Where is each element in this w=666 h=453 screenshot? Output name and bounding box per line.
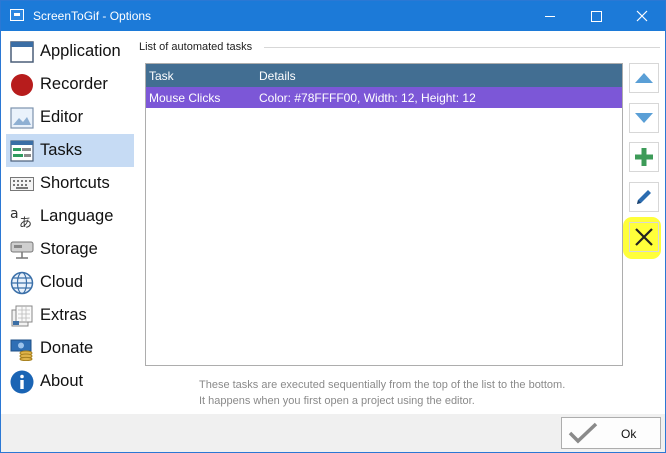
info-icon: [10, 370, 34, 394]
minimize-button[interactable]: [527, 1, 573, 31]
arrow-up-icon: [635, 73, 653, 83]
sidebar-item-storage[interactable]: Storage: [6, 233, 134, 266]
money-icon: [10, 337, 34, 361]
ok-button[interactable]: Ok: [561, 417, 661, 449]
check-icon: [568, 422, 598, 444]
close-button[interactable]: [619, 1, 665, 31]
extras-icon: [10, 304, 34, 328]
sidebar-item-label: Shortcuts: [40, 174, 110, 192]
sidebar-item-application[interactable]: Application: [6, 35, 134, 68]
tasks-hint-line2: It happens when you first open a project…: [199, 395, 475, 407]
sidebar-item-extras[interactable]: Extras: [6, 299, 134, 332]
sidebar-item-editor[interactable]: Editor: [6, 101, 134, 134]
keyboard-icon: [10, 172, 34, 196]
task-cell: Mouse Clicks: [149, 90, 221, 105]
image-editor-icon: [10, 106, 34, 130]
edit-pencil-icon: [637, 190, 651, 204]
section-divider: [264, 47, 660, 48]
sidebar-item-label: Cloud: [40, 273, 84, 291]
details-cell: Color: #78FFFF00, Width: 12, Height: 12: [259, 90, 476, 105]
remove-x-icon: [635, 228, 653, 246]
column-header-details[interactable]: Details: [259, 69, 296, 83]
close-icon: [636, 10, 648, 22]
options-sidebar: Application Recorder Editor Tasks Shortc…: [6, 35, 134, 398]
screentogif-app-icon: [10, 9, 24, 21]
globe-icon: [10, 271, 34, 295]
move-down-button[interactable]: [629, 103, 659, 133]
remove-task-button[interactable]: [629, 222, 659, 252]
sidebar-item-tasks[interactable]: Tasks: [6, 134, 134, 167]
sidebar-item-label: Recorder: [40, 75, 108, 93]
list-header: Task Details: [146, 64, 622, 87]
svg-text:a: a: [10, 206, 19, 222]
sidebar-item-label: Application: [40, 42, 121, 60]
translate-icon: aあ: [10, 205, 34, 229]
title-bar[interactable]: ScreenToGif - Options: [1, 1, 665, 31]
window-title: ScreenToGif - Options: [33, 9, 152, 23]
tasks-hint-line1: These tasks are executed sequentially fr…: [199, 379, 566, 391]
add-plus-icon: [635, 148, 653, 166]
add-task-button[interactable]: [629, 142, 659, 172]
sidebar-item-recorder[interactable]: Recorder: [6, 68, 134, 101]
sidebar-item-label: Donate: [40, 339, 94, 357]
ok-label: Ok: [621, 427, 637, 441]
record-circle-icon: [10, 73, 34, 97]
minimize-icon: [545, 15, 555, 17]
edit-task-button[interactable]: [629, 182, 659, 212]
sidebar-item-label: Tasks: [40, 141, 83, 159]
tasks-list[interactable]: Task Details Mouse Clicks Color: #78FFFF…: [145, 63, 623, 366]
hard-drive-icon: [10, 238, 34, 262]
maximize-icon: [590, 10, 602, 22]
sidebar-item-label: Editor: [40, 108, 84, 126]
table-row[interactable]: Mouse Clicks Color: #78FFFF00, Width: 12…: [146, 87, 622, 108]
sidebar-item-about[interactable]: About: [6, 365, 134, 398]
arrow-down-icon: [635, 113, 653, 123]
tasks-list-icon: [10, 139, 34, 163]
sidebar-item-label: About: [40, 372, 84, 390]
sidebar-item-label: Extras: [40, 306, 87, 324]
sidebar-item-label: Storage: [40, 240, 98, 258]
sidebar-item-shortcuts[interactable]: Shortcuts: [6, 167, 134, 200]
column-header-task[interactable]: Task: [146, 69, 259, 83]
section-title: List of automated tasks: [139, 41, 253, 53]
sidebar-item-label: Language: [40, 207, 114, 225]
maximize-button[interactable]: [573, 1, 619, 31]
application-window-icon: [10, 40, 34, 64]
sidebar-item-cloud[interactable]: Cloud: [6, 266, 134, 299]
move-up-button[interactable]: [629, 63, 659, 93]
options-window: ScreenToGif - Options Application Record…: [0, 0, 666, 453]
tasks-hint: These tasks are executed sequentially fr…: [199, 377, 565, 409]
sidebar-item-language[interactable]: aあ Language: [6, 200, 134, 233]
sidebar-item-donate[interactable]: Donate: [6, 332, 134, 365]
svg-text:あ: あ: [19, 216, 32, 229]
